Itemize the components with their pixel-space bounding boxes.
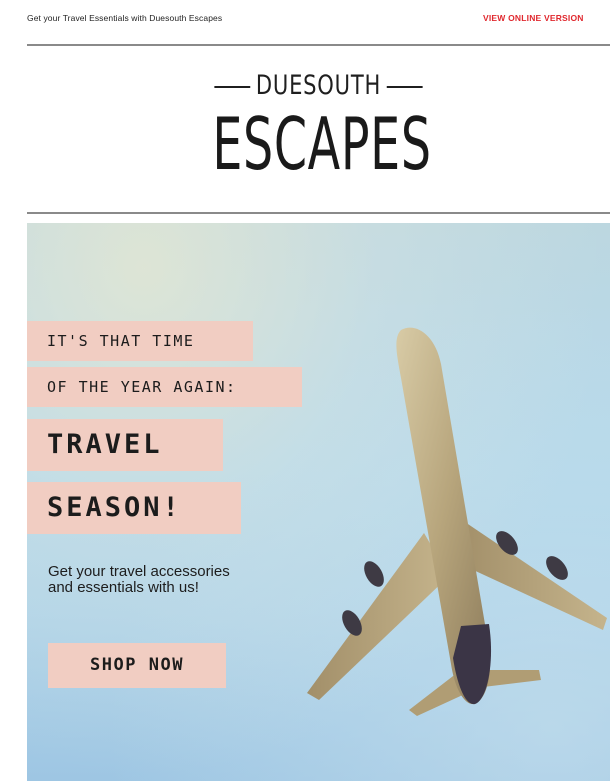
hero-body-line1: Get your travel accessories: [48, 563, 230, 580]
hero-body-line2: and essentials with us!: [48, 579, 199, 596]
brand-logo[interactable]: DUESOUTH ESCAPES: [0, 60, 610, 200]
logo-top-line: DUESOUTH: [70, 70, 567, 101]
divider-bottom: [27, 212, 610, 214]
logo-wordmark-top: DUESOUTH: [255, 70, 382, 101]
hero-tagline-line1: IT'S THAT TIME: [27, 321, 253, 361]
hero-tagline-line2: OF THE YEAR AGAIN:: [27, 367, 302, 407]
hero-headline-travel: TRAVEL: [27, 419, 223, 471]
hero-body-text: Get your travel accessories and essentia…: [48, 564, 308, 596]
preheader-bar: Get your Travel Essentials with Duesouth…: [0, 0, 610, 44]
divider-top: [27, 44, 610, 46]
view-online-version-link[interactable]: VIEW ONLINE VERSION: [483, 13, 610, 23]
airplane-icon: [307, 327, 607, 716]
logo-dash-left: [214, 85, 251, 88]
preheader-text: Get your Travel Essentials with Duesouth…: [27, 13, 223, 23]
shop-now-button[interactable]: SHOP NOW: [48, 643, 226, 688]
logo-wordmark-main: ESCAPES: [212, 102, 432, 186]
logo-dash-right: [386, 85, 423, 88]
hero-headline-season: SEASON!: [27, 482, 241, 534]
